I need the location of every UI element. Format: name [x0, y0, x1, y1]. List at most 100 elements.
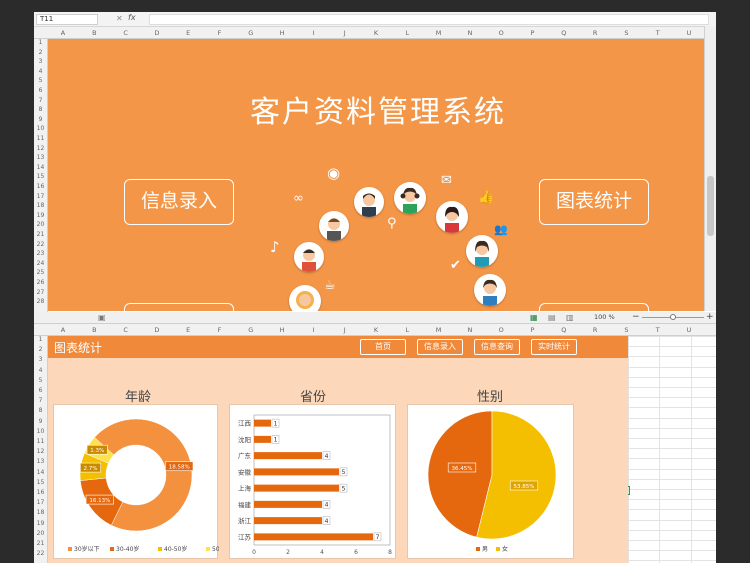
column-header-cell[interactable]: Q [549, 326, 579, 334]
row-header-cell[interactable]: 5 [34, 377, 47, 384]
column-header-cell[interactable]: T [643, 326, 673, 334]
row-header-cell[interactable]: 4 [34, 68, 47, 75]
page-break-icon[interactable]: ▤ [548, 313, 556, 322]
column-header-cell[interactable]: I [298, 326, 328, 334]
column-header-cell[interactable]: J [330, 326, 360, 334]
row-header-cell[interactable]: 9 [34, 418, 47, 425]
row-header-cell[interactable]: 15 [34, 173, 47, 180]
column-header-cell[interactable]: M [424, 29, 454, 37]
normal-view-icon[interactable]: ▦ [530, 313, 538, 322]
column-header-cell[interactable]: G [236, 29, 266, 37]
column-header-cell[interactable]: D [142, 326, 172, 334]
row-header-cell[interactable]: 1 [34, 336, 47, 343]
column-header-cell[interactable]: Q [549, 29, 579, 37]
column-header-cell[interactable]: S [611, 326, 641, 334]
zoom-in-icon[interactable]: + [706, 312, 714, 322]
column-header-cell[interactable]: P [518, 29, 548, 37]
column-header-cell[interactable]: L [392, 29, 422, 37]
formula-input[interactable] [149, 14, 709, 25]
column-header-cell[interactable]: C [111, 29, 141, 37]
row-header-cell[interactable]: 13 [34, 458, 47, 465]
row-header-cell[interactable]: 6 [34, 387, 47, 394]
column-header-cell[interactable]: A [48, 29, 78, 37]
row-header-cell[interactable]: 19 [34, 520, 47, 527]
fx-icon[interactable]: fx [128, 13, 136, 22]
row-header-cell[interactable]: 27 [34, 289, 47, 296]
row-header-cell[interactable]: 24 [34, 260, 47, 267]
info-entry-button[interactable]: 信息录入 [124, 179, 234, 225]
row-header-cell[interactable]: 17 [34, 193, 47, 200]
row-header-cell[interactable]: 18 [34, 202, 47, 209]
row-header-cell[interactable]: 17 [34, 499, 47, 506]
row-header-cell[interactable]: 11 [34, 135, 47, 142]
column-header-cell[interactable]: H [267, 29, 297, 37]
row-header-cell[interactable]: 7 [34, 97, 47, 104]
row-header-cell[interactable]: 12 [34, 145, 47, 152]
row-header-cell[interactable]: 28 [34, 298, 47, 305]
row-header-cell[interactable]: 25 [34, 269, 47, 276]
column-header-cell[interactable]: L [392, 326, 422, 334]
column-header-cell[interactable]: I [298, 29, 328, 37]
nav-realtime-button[interactable]: 实时统计 [531, 339, 577, 355]
row-header-cell[interactable]: 20 [34, 221, 47, 228]
vertical-scrollbar[interactable] [704, 26, 716, 311]
zoom-out-icon[interactable]: − [632, 312, 640, 322]
column-header-cell[interactable]: O [486, 326, 516, 334]
row-header-cell[interactable]: 19 [34, 212, 47, 219]
row-header-cell[interactable]: 22 [34, 241, 47, 248]
row-header-cell[interactable]: 6 [34, 87, 47, 94]
row-header-cell[interactable]: 16 [34, 489, 47, 496]
column-header-cell[interactable]: K [361, 29, 391, 37]
column-header-cell[interactable]: B [79, 29, 109, 37]
reading-view-icon[interactable]: ▥ [566, 313, 574, 322]
row-header-cell[interactable]: 14 [34, 164, 47, 171]
row-header-cell[interactable]: 3 [34, 356, 47, 363]
row-header-cell[interactable]: 8 [34, 407, 47, 414]
row-header-cell[interactable]: 8 [34, 106, 47, 113]
empty-cells[interactable] [628, 336, 716, 563]
row-header-cell[interactable]: 2 [34, 49, 47, 56]
column-header-cell[interactable]: A [48, 326, 78, 334]
column-header-cell[interactable]: J [330, 29, 360, 37]
column-header-cell[interactable]: F [205, 29, 235, 37]
row-header-cell[interactable]: 18 [34, 509, 47, 516]
column-header-cell[interactable]: E [173, 326, 203, 334]
column-header-cell[interactable]: H [267, 326, 297, 334]
column-header-cell[interactable]: G [236, 326, 266, 334]
column-header-cell[interactable]: D [142, 29, 172, 37]
row-header-cell[interactable]: 20 [34, 530, 47, 537]
row-header-cell[interactable]: 14 [34, 469, 47, 476]
column-header-cell[interactable]: C [111, 326, 141, 334]
nav-query-button[interactable]: 信息查询 [474, 339, 520, 355]
row-header-cell[interactable]: 3 [34, 58, 47, 65]
row-header-cell[interactable]: 21 [34, 231, 47, 238]
column-header-cell[interactable]: S [611, 29, 641, 37]
row-header-cell[interactable]: 13 [34, 154, 47, 161]
column-header-cell[interactable]: T [643, 29, 673, 37]
cancel-icon[interactable]: ✕ [116, 14, 123, 23]
scroll-thumb[interactable] [707, 176, 714, 236]
row-header-cell[interactable]: 7 [34, 397, 47, 404]
row-header-cell[interactable]: 1 [34, 39, 47, 46]
row-header-cell[interactable]: 10 [34, 125, 47, 132]
lower-left-button[interactable] [124, 303, 234, 311]
row-header-cell[interactable]: 26 [34, 279, 47, 286]
column-header-cell[interactable]: O [486, 29, 516, 37]
column-header-cell[interactable]: R [580, 29, 610, 37]
column-header-cell[interactable]: R [580, 326, 610, 334]
column-header-cell[interactable]: M [424, 326, 454, 334]
column-header-cell[interactable]: N [455, 326, 485, 334]
row-header-cell[interactable]: 10 [34, 428, 47, 435]
row-header-cell[interactable]: 12 [34, 448, 47, 455]
nav-entry-button[interactable]: 信息录入 [417, 339, 463, 355]
zoom-slider-handle[interactable] [670, 314, 676, 320]
row-header-cell[interactable]: 22 [34, 550, 47, 557]
row-header-cell[interactable]: 5 [34, 77, 47, 84]
row-header-cell[interactable]: 2 [34, 346, 47, 353]
column-header-cell[interactable]: U [674, 326, 704, 334]
row-header-cell[interactable]: 15 [34, 479, 47, 486]
page-layout-icon[interactable]: ▣ [98, 313, 106, 322]
column-header-cell[interactable]: K [361, 326, 391, 334]
name-box[interactable]: T11 [36, 14, 98, 25]
column-header-cell[interactable]: E [173, 29, 203, 37]
